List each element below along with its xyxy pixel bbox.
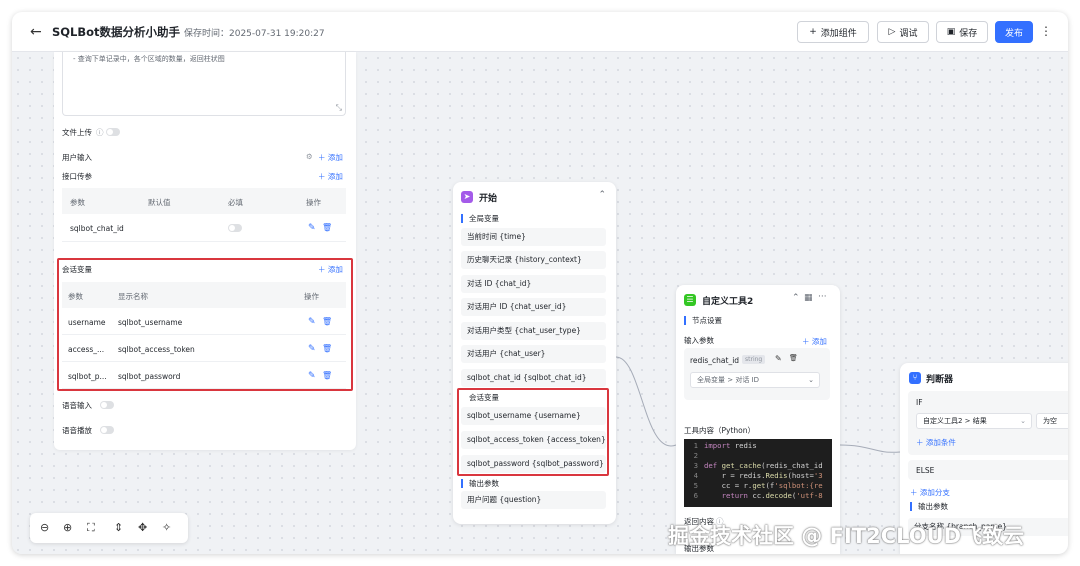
if-label: IF [916,398,923,407]
edit-icon[interactable]: ✎ [308,223,316,233]
th-param: 参数 [70,198,85,207]
voice-input-label: 语音输入 [62,401,92,410]
global-var-item: sqlbot_chat_id {sqlbot_chat_id} [461,369,606,387]
chevron-down-icon: ⌄ [1020,417,1026,425]
api-params-table-header: 参数 默认值 必填 操作 [62,188,346,214]
start-icon: ➤ [461,191,473,203]
output-item: 用户问题 {question} [461,491,606,509]
param-name: redis_chat_id [690,356,740,365]
chart-icon[interactable]: ▦ [804,293,813,303]
edge-start-to-tool [615,356,677,447]
branch-icon: ⑂ [909,372,921,384]
more-horizontal-icon[interactable]: ··· [818,292,827,302]
global-var-item: 历史聊天记录 {history_context} [461,251,606,269]
delete-icon[interactable]: 🗑 [322,223,332,232]
api-params-add-link[interactable]: ＋ 添加 [318,171,343,182]
input-params-add-link[interactable]: ＋ 添加 [802,336,827,347]
session-vars-highlight [457,388,609,476]
save-time: 保存时间：2025-07-31 19:20:27 [184,29,325,39]
tool-content-label: 工具内容（Python） [684,426,755,435]
more-vertical-icon[interactable]: ⋮ [1040,24,1052,38]
info-icon: ⓘ [96,128,104,137]
param-cell: sqlbot_chat_id [70,224,124,233]
tool-icon: ☰ [684,294,696,306]
publish-button[interactable]: 发布 [995,21,1033,43]
code-editor[interactable]: 1 import redis 2 3 def get_cache(redis_cha… [684,439,832,507]
app-title: SQLBot数据分析小助手 [52,25,181,39]
param-type-badge: string [742,355,766,364]
th-required: 必填 [228,198,243,207]
cleanup-icon[interactable]: ✧ [162,521,171,534]
resize-icon[interactable]: ⤡ [336,103,342,113]
save-icon: ▣ [946,27,956,37]
edit-icon[interactable]: ✎ [775,354,782,363]
delete-icon[interactable]: 🗑 [789,354,798,362]
if-branch-card: IF 自定义工具2 > 结果 ⌄ 为空 ＋ 添加条件 [908,391,1068,455]
app-window: ← SQLBot数据分析小助手 保存时间：2025-07-31 19:20:27… [12,12,1068,554]
global-var-item: 对话用户 {chat_user} [461,345,606,363]
voice-play-toggle[interactable] [100,426,114,434]
th-default: 默认值 [148,198,171,207]
prompt-textarea[interactable]: - 查询下单记录中，各个区域的数量，返回柱状图 ⤡ [62,52,346,116]
start-node[interactable]: ➤ 开始 ⌃ 全局变量 当前时间 {time} 历史聊天记录 {history_… [453,182,616,524]
file-upload-label: 文件上传 [62,128,92,137]
fit-view-icon[interactable]: ⛶ [87,521,95,535]
api-params-label: 接口传参 [62,172,92,181]
base-info-panel: - 查询下单记录中，各个区域的数量，返回柱状图 ⤡ 文件上传 ⓘ 用户输入 ⚙ … [54,52,356,450]
arrow-left-icon[interactable]: ← [30,24,46,40]
start-node-title: 开始 [479,194,498,204]
collapse-icon[interactable]: ⇕ [114,521,123,534]
debug-button[interactable]: ▷ 调试 [877,21,929,43]
zoom-out-icon[interactable]: ⊖ [40,521,49,534]
save-button[interactable]: ▣ 保存 [936,21,988,43]
plus-icon: + [809,27,817,37]
chevron-up-icon[interactable]: ⌃ [792,293,800,303]
custom-tool-node[interactable]: ☰ 自定义工具2 ⌃ ▦ ··· 节点设置 输入参数 ＋ 添加 redis_ch… [676,285,840,554]
add-component-button[interactable]: + 添加组件 [797,21,869,43]
condition-op-text: 为空 [1043,417,1057,425]
global-var-item: 对话用户 ID {chat_user_id} [461,298,606,316]
tool-node-title: 自定义工具2 [702,297,754,307]
condition-op-select[interactable]: 为空 [1036,413,1068,429]
required-toggle[interactable] [228,224,242,232]
node-settings-heading: 节点设置 [684,316,722,325]
top-bar: ← SQLBot数据分析小助手 保存时间：2025-07-31 19:20:27… [12,12,1068,52]
expand-icon[interactable]: ✥ [138,521,147,534]
user-input-label: 用户输入 [62,153,92,162]
else-label: ELSE [916,466,935,475]
table-row: sqlbot_chat_id ✎ 🗑 [62,214,346,242]
global-var-item: 对话 ID {chat_id} [461,275,606,293]
global-vars-heading: 全局变量 [461,214,499,223]
param-value-text: 全局变量 > 对话 ID [697,376,759,384]
workflow-canvas[interactable]: - 查询下单记录中，各个区域的数量，返回柱状图 ⤡ 文件上传 ⓘ 用户输入 ⚙ … [12,52,1068,554]
gear-icon[interactable]: ⚙ [306,152,313,161]
global-var-item: 当前时间 {time} [461,228,606,246]
param-value-select[interactable]: 全局变量 > 对话 ID ⌄ [690,372,820,388]
watermark: 掘金技术社区 @ FIT2CLOUD飞致云 [668,524,1025,548]
zoom-in-icon[interactable]: ⊕ [63,521,72,534]
output-heading: 输出参数 [910,502,948,511]
file-upload-toggle[interactable] [106,128,120,136]
zoom-toolbar: ⊖ ⊕ ⛶ ⇕ ✥ ✧ [30,513,188,543]
condition-node-title: 判断器 [926,375,954,385]
global-var-item: 对话用户类型 {chat_user_type} [461,322,606,340]
chevron-up-icon[interactable]: ⌃ [598,190,606,200]
output-heading: 输出参数 [461,479,499,488]
edge-tool-to-judge [839,444,901,453]
th-actions: 操作 [306,198,321,207]
add-condition-link[interactable]: ＋ 添加条件 [916,437,956,448]
input-param-card: redis_chat_id string ✎ 🗑 全局变量 > 对话 ID ⌄ [684,348,830,400]
input-params-label: 输入参数 [684,336,714,345]
play-icon: ▷ [888,27,896,37]
chevron-down-icon: ⌄ [808,376,814,384]
session-vars-highlight [57,258,353,391]
else-branch-card: ELSE [908,460,1068,480]
user-input-add-link[interactable]: ＋ 添加 [318,152,343,163]
voice-input-toggle[interactable] [100,401,114,409]
voice-play-label: 语音播放 [62,426,92,435]
add-branch-link[interactable]: ＋ 添加分支 [910,487,950,498]
prompt-line: - 查询下单记录中，各个区域的数量，返回柱状图 [73,55,225,63]
condition-field-text: 自定义工具2 > 结果 [923,417,987,425]
condition-field-select[interactable]: 自定义工具2 > 结果 ⌄ [916,413,1032,429]
